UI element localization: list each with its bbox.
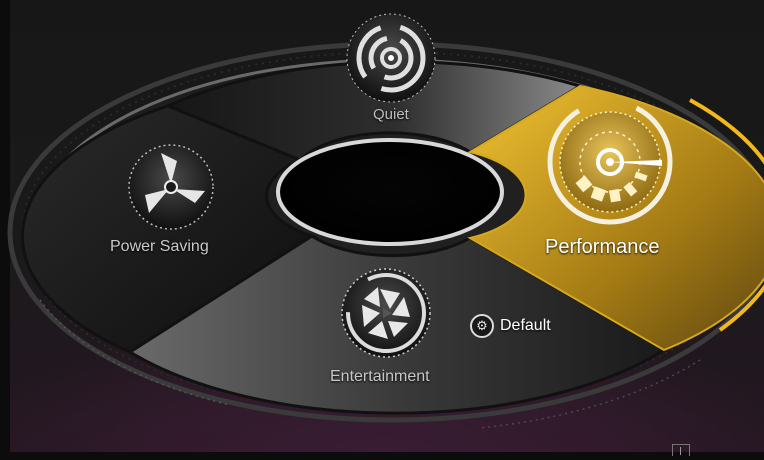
quiet-label: Quiet (373, 106, 409, 123)
default-button[interactable]: ⚙ Default (470, 312, 551, 340)
performance-label: Performance (545, 236, 660, 258)
speedometer-gauge-icon[interactable] (547, 99, 673, 225)
expand-icon[interactable] (672, 444, 690, 456)
entertainment-label: Entertainment (330, 368, 430, 385)
center-hub (276, 138, 504, 246)
concentric-rings-icon[interactable] (346, 13, 436, 103)
aperture-icon[interactable] (341, 268, 431, 358)
mode-dial-screen: Quiet Power Saving Performance Entertain… (0, 0, 764, 460)
power-saving-label: Power Saving (110, 238, 209, 255)
fan-icon[interactable] (128, 144, 214, 230)
default-button-label: Default (500, 317, 551, 334)
mode-dial (7, 13, 764, 429)
reset-gear-icon: ⚙ (470, 314, 494, 338)
